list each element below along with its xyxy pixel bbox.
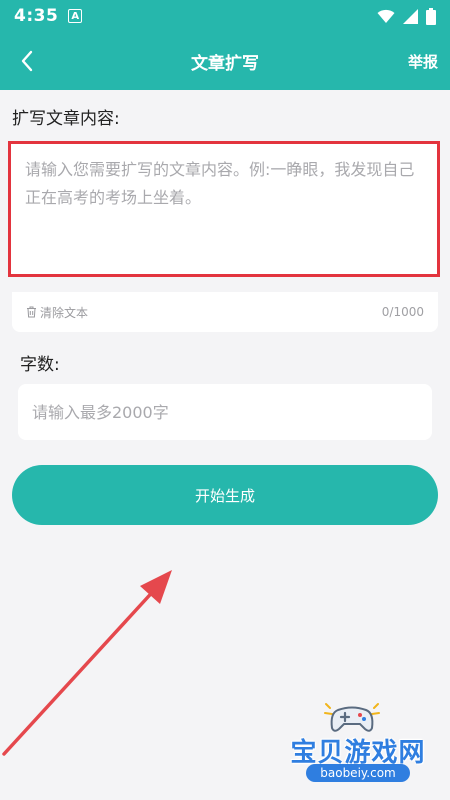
word-count-box	[18, 384, 432, 440]
page-title: 文章扩写	[191, 53, 259, 74]
report-button[interactable]: 举报	[408, 51, 438, 72]
app-bar: 文章扩写 举报	[0, 32, 450, 90]
clear-text-button[interactable]: 清除文本	[26, 304, 88, 321]
article-content-input[interactable]	[11, 144, 437, 274]
status-icons	[377, 7, 436, 25]
word-count-label: 字数:	[20, 355, 60, 375]
start-generate-button[interactable]: 开始生成	[12, 465, 438, 525]
status-time: 4:35	[14, 6, 59, 26]
article-input-footer: 清除文本 0/1000	[12, 292, 438, 332]
back-button[interactable]	[10, 44, 44, 78]
article-content-label: 扩写文章内容:	[12, 109, 120, 129]
character-counter: 0/1000	[381, 305, 424, 319]
wifi-icon	[377, 9, 395, 23]
status-bar: 4:35 A	[0, 0, 450, 32]
notification-a-icon: A	[68, 9, 83, 23]
watermark-domain: baobeiy.com	[306, 764, 410, 782]
trash-icon	[27, 306, 36, 318]
clear-text-label: 清除文本	[40, 305, 89, 320]
word-count-input[interactable]	[18, 384, 432, 440]
annotation-arrow-icon	[2, 570, 172, 756]
cell-signal-icon	[403, 8, 418, 24]
article-input-box	[8, 141, 440, 277]
chevron-left-icon	[21, 50, 33, 72]
watermark: 宝贝游戏网 baobeiy.com	[278, 700, 438, 788]
battery-icon	[426, 7, 436, 25]
gamepad-icon	[324, 703, 380, 732]
